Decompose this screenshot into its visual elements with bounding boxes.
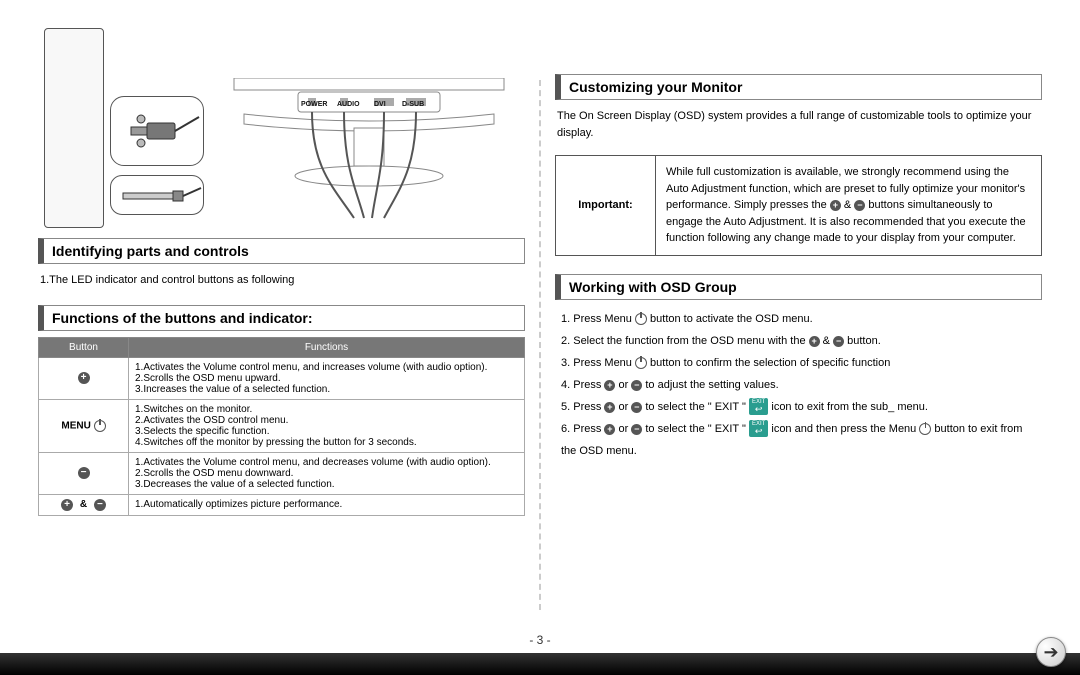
plus-icon: + xyxy=(830,200,841,211)
th-button: Button xyxy=(39,337,129,357)
table-row: MENU 1.Switches on the monitor. 2.Activa… xyxy=(39,399,525,452)
port-label-audio: AUDIO xyxy=(337,101,360,108)
connector-callout-audio xyxy=(110,175,204,215)
table-row: + & − 1.Automatically optimizes picture … xyxy=(39,494,525,515)
list-item: 1. Press Menu button to activate the OSD… xyxy=(561,308,1040,330)
osd-steps-list: 1. Press Menu button to activate the OSD… xyxy=(555,306,1042,464)
plus-icon: + xyxy=(809,336,820,347)
monitor-back-panel: POWER AUDIO DVI D-SUB xyxy=(214,78,524,228)
minus-icon: − xyxy=(833,336,844,347)
minus-icon: − xyxy=(78,467,90,479)
important-box: Important: While full customization is a… xyxy=(555,155,1042,256)
plus-icon: + xyxy=(61,499,73,511)
connector-callout-dsub xyxy=(110,96,204,166)
heading-identifying: Identifying parts and controls xyxy=(38,238,525,264)
important-label: Important: xyxy=(556,156,656,255)
exit-icon: EXIT↩ xyxy=(749,398,768,415)
power-icon xyxy=(635,357,647,369)
amp-text: & xyxy=(80,499,87,510)
port-label-dvi: DVI xyxy=(374,101,386,108)
next-page-button[interactable]: ➔ xyxy=(1036,637,1066,667)
heading-functions: Functions of the buttons and indicator: xyxy=(38,305,525,331)
minus-functions: 1.Activates the Volume control menu, and… xyxy=(129,452,525,494)
connections-diagram: POWER AUDIO DVI D-SUB xyxy=(38,20,525,230)
power-icon xyxy=(919,423,931,435)
monitor-side-view xyxy=(44,28,104,228)
minus-icon: − xyxy=(631,424,642,435)
list-item: 6. Press + or − to select the " EXIT " E… xyxy=(561,418,1040,462)
both-functions: 1.Automatically optimizes picture perfor… xyxy=(129,494,525,515)
list-item: 4. Press + or − to adjust the setting va… xyxy=(561,374,1040,396)
minus-icon: − xyxy=(854,200,865,211)
port-label-power: POWER xyxy=(301,101,327,108)
footer-bar xyxy=(0,653,1080,675)
list-item: 2. Select the function from the OSD menu… xyxy=(561,330,1040,352)
plus-icon: + xyxy=(78,372,90,384)
left-column: POWER AUDIO DVI D-SUB Identifying parts … xyxy=(28,20,535,630)
table-row: − 1.Activates the Volume control menu, a… xyxy=(39,452,525,494)
list-item: 3. Press Menu button to confirm the sele… xyxy=(561,352,1040,374)
important-content: While full customization is available, w… xyxy=(656,156,1041,255)
identifying-text: 1.The LED indicator and control buttons … xyxy=(38,270,525,297)
menu-label: MENU xyxy=(61,420,90,431)
plus-icon: + xyxy=(604,402,615,413)
minus-icon: − xyxy=(94,499,106,511)
page-number: - 3 - xyxy=(0,633,1080,647)
heading-osd-group: Working with OSD Group xyxy=(555,274,1042,300)
exit-icon: EXIT↩ xyxy=(749,420,768,437)
plus-icon: + xyxy=(604,424,615,435)
column-divider xyxy=(539,80,541,610)
table-row: + 1.Activates the Volume control menu, a… xyxy=(39,357,525,399)
th-functions: Functions xyxy=(129,337,525,357)
minus-icon: − xyxy=(631,380,642,391)
minus-icon: − xyxy=(631,402,642,413)
plus-icon: + xyxy=(604,380,615,391)
right-column: Customizing your Monitor The On Screen D… xyxy=(545,20,1052,630)
port-label-dsub: D-SUB xyxy=(402,101,424,108)
arrow-right-icon: ➔ xyxy=(1043,642,1058,663)
plus-functions: 1.Activates the Volume control menu, and… xyxy=(129,357,525,399)
power-icon xyxy=(94,420,106,432)
list-item: 5. Press + or − to select the " EXIT " E… xyxy=(561,396,1040,418)
menu-functions: 1.Switches on the monitor. 2.Activates t… xyxy=(129,399,525,452)
button-functions-table: Button Functions + 1.Activates the Volum… xyxy=(38,337,525,516)
heading-customizing: Customizing your Monitor xyxy=(555,74,1042,100)
customizing-text: The On Screen Display (OSD) system provi… xyxy=(555,106,1042,149)
power-icon xyxy=(635,313,647,325)
